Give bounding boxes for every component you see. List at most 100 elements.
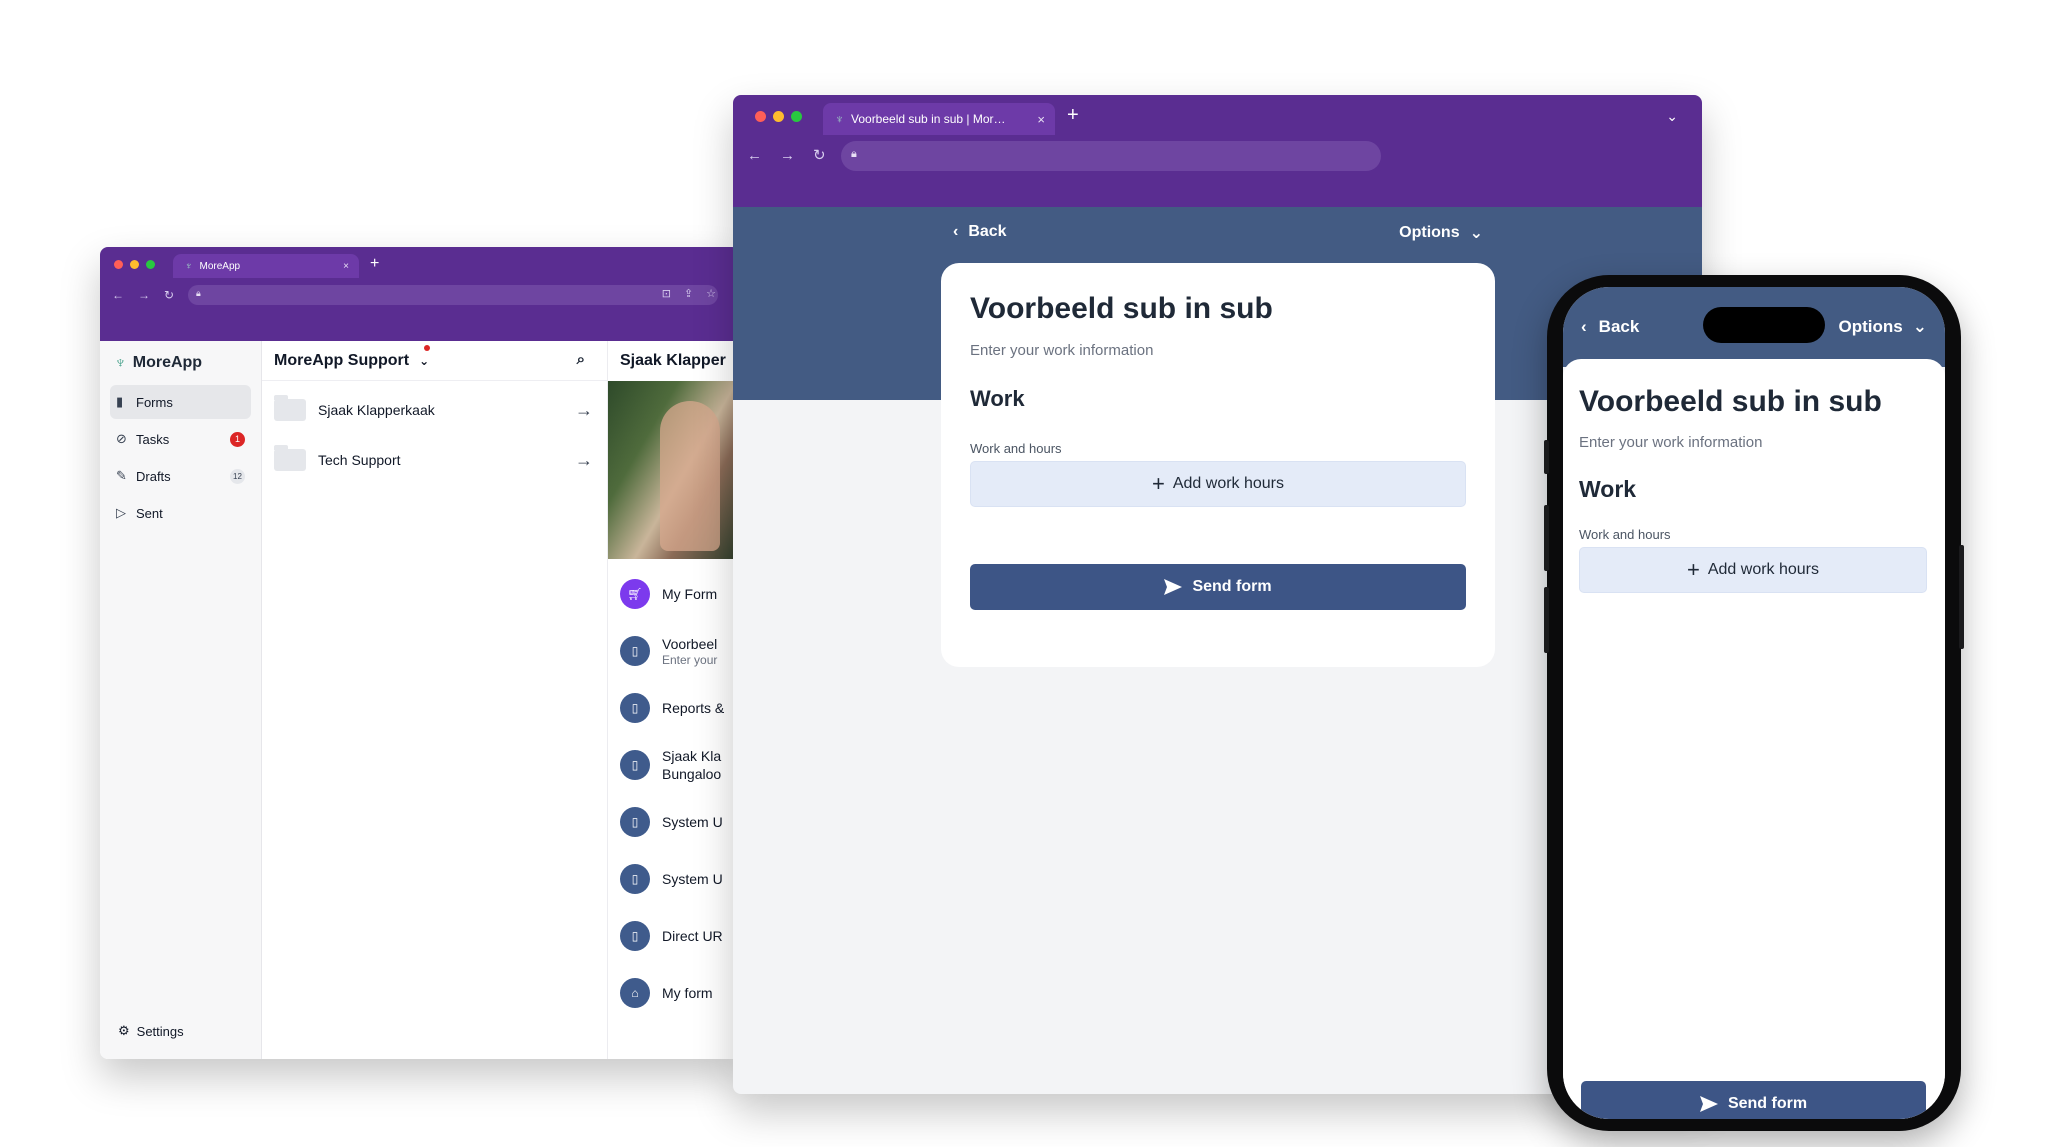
sidebar-item-forms[interactable]: ▮ Forms [110, 385, 251, 419]
share-icon[interactable]: ⇪ [684, 287, 693, 300]
form-list-item[interactable]: ▯ System U [608, 793, 740, 850]
form-title: System U [662, 813, 723, 830]
folder-row[interactable]: Sjaak Klapperkaak → [262, 385, 607, 435]
back-arrow-icon[interactable]: ← [747, 147, 762, 164]
tab-list-chevron-icon[interactable]: ⌄ [1666, 108, 1678, 125]
section-heading: Work [970, 386, 1025, 411]
sidebar: ♆ MoreApp ▮ Forms ⊘ Tasks 1 ✎ Drafts 12 … [100, 341, 262, 1059]
folder-panel: MoreApp Support ⌄ ⌕ Sjaak Klapperkaak → … [262, 341, 608, 1059]
send-icon [1699, 1096, 1718, 1112]
browser-tab[interactable]: ♆ MoreApp × [173, 254, 359, 278]
reload-icon[interactable]: ↻ [813, 146, 826, 164]
install-icon[interactable]: ⊡ [662, 287, 671, 300]
folder-icon [274, 395, 306, 421]
sidebar-item-tasks[interactable]: ⊘ Tasks 1 [110, 422, 251, 456]
form-list-item[interactable]: ▯ Direct UR [608, 907, 740, 964]
phone-volume-up [1544, 505, 1549, 571]
brand-name: MoreApp [132, 354, 203, 371]
form-list-item[interactable]: ▯ Reports & [608, 679, 740, 736]
moreapp-web-app: ♆ MoreApp ▮ Forms ⊘ Tasks 1 ✎ Drafts 12 … [100, 341, 740, 1059]
forward-arrow-icon[interactable]: → [780, 147, 795, 164]
form-card: Voorbeeld sub in sub Enter your work inf… [941, 263, 1495, 667]
back-arrow-icon[interactable]: ← [112, 288, 124, 302]
document-icon: ▮ [116, 394, 124, 409]
brand-logo[interactable]: ♆ MoreApp [100, 341, 261, 373]
send-icon [1164, 579, 1183, 595]
moreapp-favicon-icon: ♆ [185, 260, 193, 272]
chevron-down-icon[interactable]: ⌄ [419, 354, 429, 368]
close-window-button[interactable] [114, 260, 123, 269]
forms-panel: Sjaak Klapper 🛒︎ My Form ▯ Voorbeel Ente… [608, 341, 740, 1059]
window-controls [755, 111, 802, 122]
arrow-right-icon: → [575, 449, 593, 470]
drafts-count-badge: 12 [230, 469, 245, 484]
form-title: Voorbeeld sub in sub [1579, 385, 1882, 418]
plus-icon: + [1151, 471, 1165, 496]
sidebar-item-label: Forms [136, 394, 173, 410]
form-list-item[interactable]: 🛒︎ My Form [608, 565, 740, 622]
new-tab-button[interactable]: + [1067, 104, 1079, 127]
form-description: Enter your work information [1579, 434, 1763, 451]
settings-link[interactable]: ⚙ Settings [118, 1023, 184, 1039]
form-title: My Form [662, 585, 718, 602]
form-subtitle: Enter your [662, 652, 718, 667]
address-bar[interactable] [841, 141, 1381, 171]
form-list-item[interactable]: ▯ Voorbeel Enter your [608, 622, 740, 679]
send-form-button[interactable]: Send form [970, 564, 1466, 610]
folder-row[interactable]: Tech Support → [262, 435, 607, 485]
search-icon[interactable]: ⌕ [577, 351, 585, 368]
tasks-count-badge: 1 [230, 432, 245, 447]
moreapp-logo-icon: ♆ [114, 353, 127, 372]
bookmark-star-icon[interactable]: ☆ [706, 287, 716, 300]
back-button[interactable]: ‹ Back [953, 223, 1007, 241]
folder-cover-image [608, 381, 740, 559]
form-list-item[interactable]: ▯ Sjaak Kla Bungaloo [608, 736, 740, 793]
close-tab-icon[interactable]: × [1037, 112, 1045, 127]
send-form-button[interactable]: Send form [1581, 1081, 1926, 1119]
form-title: Voorbeel [662, 635, 718, 652]
plus-icon: + [1686, 557, 1700, 582]
add-work-hours-button[interactable]: + Add work hours [970, 461, 1466, 507]
form-title-line2: Bungaloo [662, 765, 722, 782]
sidebar-item-sent[interactable]: ▷ Sent [110, 496, 251, 530]
close-tab-icon[interactable]: × [343, 261, 349, 272]
back-button[interactable]: ‹ Back [1581, 317, 1639, 337]
document-icon: ▯ [620, 749, 650, 780]
reload-icon[interactable]: ↻ [164, 288, 174, 302]
browser-chrome: ♆ Voorbeeld sub in sub | MoreApp × + ⌄ ←… [733, 95, 1702, 207]
address-bar[interactable] [188, 285, 718, 305]
chevron-down-icon: ⌄ [1912, 317, 1927, 336]
document-icon: ▯ [620, 806, 650, 837]
add-work-hours-button[interactable]: + Add work hours [1579, 547, 1927, 593]
close-window-button[interactable] [755, 111, 766, 122]
form-title: My form [662, 984, 713, 1001]
forward-arrow-icon[interactable]: → [138, 288, 150, 302]
phone-mockup: ‹ Back Options ⌄ Voorbeeld sub in sub En… [1544, 275, 1964, 1131]
zoom-window-button[interactable] [791, 111, 802, 122]
sidebar-item-label: Tasks [136, 431, 170, 447]
options-button[interactable]: Options ⌄ [1399, 223, 1483, 243]
form-list-item[interactable]: ⌂ My form [608, 964, 740, 1021]
field-label: Work and hours [1579, 527, 1671, 542]
browser-chrome: ♆ MoreApp × + ← → ↻ 🔒︎ ⊡ ⇪ ☆ [100, 247, 740, 341]
document-icon: ▯ [620, 635, 650, 666]
back-label: Back [1598, 317, 1640, 336]
sidebar-nav: ▮ Forms ⊘ Tasks 1 ✎ Drafts 12 ▷ Sent [100, 385, 261, 530]
zoom-window-button[interactable] [146, 260, 155, 269]
phone-side-button [1544, 440, 1549, 474]
form-topbar: ‹ Back Options ⌄ [953, 223, 1483, 251]
minimize-window-button[interactable] [773, 111, 784, 122]
new-tab-button[interactable]: + [370, 255, 379, 273]
moreapp-favicon-icon: ♆ [835, 112, 844, 126]
minimize-window-button[interactable] [130, 260, 139, 269]
sidebar-item-label: Drafts [136, 468, 171, 484]
add-button-label: Add work hours [1172, 475, 1285, 492]
browser-tab[interactable]: ♆ Voorbeeld sub in sub | MoreApp × [823, 103, 1055, 135]
sidebar-item-drafts[interactable]: ✎ Drafts 12 [110, 459, 251, 493]
phone-volume-down [1544, 587, 1549, 653]
form-list-item[interactable]: ▯ System U [608, 850, 740, 907]
customer-switcher[interactable]: MoreApp Support [274, 352, 409, 370]
arrow-right-icon: → [575, 399, 593, 420]
scene: ♆ MoreApp × + ← → ↻ 🔒︎ ⊡ ⇪ ☆ ♆ MoreApp ▮… [0, 0, 2048, 1147]
options-button[interactable]: Options ⌄ [1839, 317, 1927, 337]
